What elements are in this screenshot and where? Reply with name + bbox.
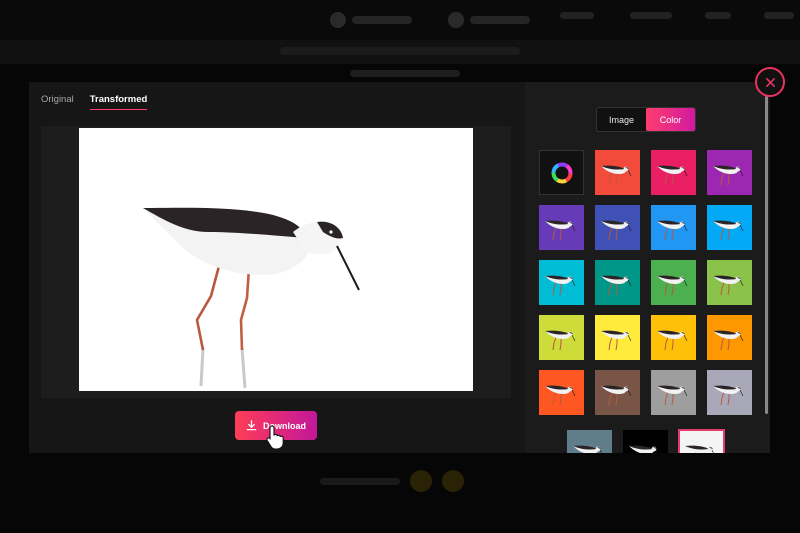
preview-frame xyxy=(41,126,511,398)
bird-thumbnail xyxy=(657,165,688,186)
bird-illustration xyxy=(143,207,360,389)
color-swatch[interactable] xyxy=(539,370,584,415)
bird-thumbnail xyxy=(685,445,714,453)
close-icon xyxy=(765,77,775,87)
bird-thumbnail xyxy=(713,165,744,186)
color-swatch[interactable] xyxy=(651,315,696,360)
background-app-store-link xyxy=(448,12,530,28)
transformed-image xyxy=(79,128,473,391)
color-swatch[interactable] xyxy=(651,150,696,195)
color-swatch[interactable] xyxy=(651,260,696,305)
swatch-scrollbar[interactable] xyxy=(765,96,768,414)
bird-thumbnail xyxy=(545,220,576,241)
color-swatch-grid xyxy=(539,150,752,415)
bird-thumbnail xyxy=(573,445,602,453)
color-swatch[interactable] xyxy=(707,315,752,360)
toggle-image[interactable]: Image xyxy=(597,108,646,131)
background-nav-item xyxy=(705,12,731,19)
color-swatch[interactable] xyxy=(539,260,584,305)
toggle-color[interactable]: Color xyxy=(646,108,695,131)
bird-thumbnail xyxy=(601,330,632,351)
preview-panel: Original Transformed Download xyxy=(29,82,523,453)
page: Original Transformed Download Image Colo… xyxy=(0,0,800,533)
background-nav-item xyxy=(764,12,794,19)
download-icon xyxy=(246,420,257,431)
bird-thumbnail xyxy=(657,275,688,296)
bird-thumbnail xyxy=(657,385,688,406)
bird-thumbnail xyxy=(713,330,744,351)
background-nav-item xyxy=(560,12,594,19)
bird-thumbnail xyxy=(601,385,632,406)
color-swatch[interactable] xyxy=(595,370,640,415)
color-swatch[interactable] xyxy=(707,260,752,305)
custom-color-picker-button[interactable] xyxy=(539,150,584,195)
bird-thumbnail xyxy=(601,275,632,296)
color-swatch[interactable] xyxy=(567,430,612,453)
tab-transformed[interactable]: Transformed xyxy=(89,94,148,110)
color-swatch[interactable] xyxy=(707,150,752,195)
bird-thumbnail xyxy=(629,445,658,453)
bird-thumbnail xyxy=(545,275,576,296)
background-type-toggle: Image Color xyxy=(596,107,696,132)
bird-thumbnail xyxy=(601,220,632,241)
close-button[interactable] xyxy=(755,67,785,97)
background-nav-item xyxy=(630,12,672,19)
bird-thumbnail xyxy=(545,385,576,406)
transform-modal: Original Transformed Download Image Colo… xyxy=(29,82,770,453)
color-swatch[interactable] xyxy=(595,150,640,195)
hand-cursor-icon xyxy=(266,425,284,450)
bird-thumbnail xyxy=(545,330,576,351)
bird-thumbnail xyxy=(713,385,744,406)
background-google-play-link xyxy=(330,12,412,28)
color-swatch[interactable] xyxy=(651,205,696,250)
tab-original[interactable]: Original xyxy=(41,94,74,110)
color-swatch[interactable] xyxy=(707,370,752,415)
bird-thumbnail xyxy=(601,165,632,186)
background-subtitle xyxy=(350,70,460,77)
color-swatch[interactable] xyxy=(651,370,696,415)
background-options-panel: Image Color xyxy=(525,82,770,453)
color-swatch-row xyxy=(567,429,725,453)
color-swatch[interactable] xyxy=(623,430,668,453)
bird-thumbnail xyxy=(713,220,744,241)
color-swatch[interactable] xyxy=(595,315,640,360)
bird-thumbnail xyxy=(657,330,688,351)
background-footer xyxy=(320,470,464,492)
color-swatch[interactable] xyxy=(539,315,584,360)
bird-thumbnail xyxy=(657,220,688,241)
color-swatch[interactable] xyxy=(678,429,725,453)
color-wheel-icon xyxy=(551,162,572,183)
bird-thumbnail xyxy=(713,275,744,296)
color-swatch[interactable] xyxy=(595,260,640,305)
color-swatch[interactable] xyxy=(539,205,584,250)
color-swatch[interactable] xyxy=(595,205,640,250)
color-swatch[interactable] xyxy=(707,205,752,250)
view-tabs: Original Transformed xyxy=(41,94,148,110)
background-banner-text xyxy=(280,47,520,55)
